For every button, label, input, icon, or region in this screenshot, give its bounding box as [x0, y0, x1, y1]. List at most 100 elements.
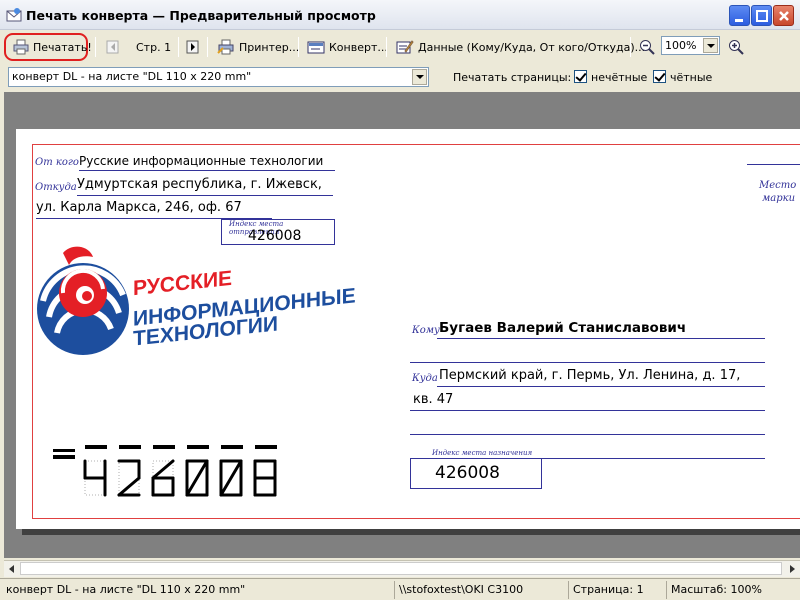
chevron-down-icon[interactable] [412, 69, 427, 85]
scroll-thumb[interactable] [20, 562, 782, 575]
stencil-digit [83, 445, 107, 497]
zoom-in-button[interactable] [725, 35, 747, 59]
title-bar: Печать конверта — Предварительный просмо… [0, 0, 800, 30]
printer-settings-button[interactable]: Принтер... [214, 35, 302, 59]
chevron-down-icon[interactable] [703, 38, 718, 53]
company-logo-icon [37, 246, 129, 355]
edit-data-icon [396, 40, 414, 54]
from-where-line1: Удмуртская республика, г. Ижевск, [77, 177, 322, 192]
printer-settings-label: Принтер... [239, 40, 300, 54]
to-label: Кому [412, 325, 440, 336]
from-where-label: Откуда [35, 182, 77, 193]
even-pages-checkbox[interactable] [653, 70, 666, 83]
to-where-line [410, 434, 765, 435]
print-button[interactable]: Печатать! [10, 35, 95, 59]
preview-area[interactable]: От кого Русские информационные технологи… [4, 92, 800, 558]
page-indicator: Стр. 1 [133, 35, 174, 59]
envelope: От кого Русские информационные технологи… [32, 144, 800, 519]
address-data-label: Данные (Кому/Куда, От кого/Откуда)... [418, 40, 646, 54]
stencil-segment [185, 459, 209, 497]
to-where-label: Куда [412, 373, 438, 384]
postal-code-stencil [53, 445, 277, 497]
toolbar-separator [298, 37, 299, 57]
stencil-segment [151, 459, 175, 480]
dest-index-box: 426008 [410, 459, 542, 489]
status-zoom: Масштаб: 100% [666, 581, 798, 599]
prev-page-icon [106, 40, 119, 54]
toolbar-separator [207, 37, 208, 57]
stamp-label-1: Место [759, 180, 797, 191]
zoom-select[interactable]: 100% [661, 36, 720, 55]
zoom-out-icon [640, 40, 655, 55]
maximize-icon [756, 10, 768, 22]
options-bar: конверт DL - на листе "DL 110 x 220 mm" … [0, 62, 800, 92]
to-where-line1: Пермский край, г. Пермь, Ул. Ленина, д. … [439, 368, 741, 383]
close-button[interactable] [773, 5, 794, 26]
status-printer: \\stofoxtest\OKI C3100 [394, 581, 566, 599]
even-pages-label: чётные [670, 71, 713, 84]
stamp-label-2: марки [762, 193, 796, 204]
stencil-top-bar [187, 445, 209, 449]
stencil-segment [219, 459, 243, 497]
stencil-digit [117, 445, 141, 497]
stencil-digit [219, 445, 243, 497]
odd-pages-checkbox[interactable] [574, 70, 587, 83]
to-where-line [437, 386, 765, 387]
minimize-icon [735, 19, 743, 22]
toolbar: Печатать! Стр. 1 Принтер... Конверт... Д… [0, 30, 800, 62]
print-pages-label: Печатать страницы: [453, 71, 572, 84]
toolbar-separator [386, 37, 387, 57]
dest-index-value: 426008 [435, 463, 500, 483]
toolbar-separator [95, 37, 96, 57]
next-page-icon [186, 40, 199, 54]
page-indicator-label: Стр. 1 [136, 40, 172, 54]
from-label: От кого [35, 157, 79, 168]
stencil-top-bar [153, 445, 175, 449]
stencil-top-bar [85, 445, 107, 449]
zoom-in-icon [729, 40, 744, 55]
from-line [79, 170, 335, 171]
status-bar: конверт DL - на листе "DL 110 x 220 mm" … [0, 578, 800, 600]
stencil-marker [53, 455, 75, 459]
envelope-print-icon [6, 8, 22, 22]
from-where-line2: ул. Карла Маркса, 246, оф. 67 [36, 200, 242, 215]
status-format: конверт DL - на листе "DL 110 x 220 mm" [6, 583, 246, 596]
horizontal-scrollbar[interactable] [4, 560, 800, 577]
stencil-digit [185, 445, 209, 497]
dest-index-label: Индекс места назначения [432, 449, 533, 457]
envelope-format-select[interactable]: конверт DL - на листе "DL 110 x 220 mm" [8, 67, 429, 87]
prev-page-button[interactable] [103, 35, 123, 59]
to-value: Бугаев Валерий Станиславович [439, 320, 687, 336]
window-title: Печать конверта — Предварительный просмо… [26, 8, 376, 23]
toolbar-separator [630, 37, 631, 57]
to-line [437, 338, 765, 339]
sender-index-box: Индекс места отправления 426008 [221, 219, 335, 245]
envelope-format-value: конверт DL - на листе "DL 110 x 220 mm" [12, 70, 252, 83]
to-extra-line [410, 362, 765, 363]
stencil-top-bar [119, 445, 141, 449]
zoom-select-value: 100% [665, 39, 697, 52]
toolbar-separator [178, 37, 179, 57]
stencil-digit [151, 445, 175, 497]
scroll-left-icon[interactable] [6, 563, 18, 575]
envelope-settings-label: Конверт... [329, 40, 388, 54]
stencil-marker [53, 449, 75, 452]
next-page-button[interactable] [183, 35, 203, 59]
minimize-button[interactable] [729, 5, 750, 26]
status-page: Страница: 1 [568, 581, 664, 599]
preview-page: От кого Русские информационные технологи… [16, 129, 800, 529]
from-where-line [77, 195, 333, 196]
envelope-settings-button[interactable]: Конверт... [304, 35, 391, 59]
zoom-out-button[interactable] [636, 35, 658, 59]
to-where-line2: кв. 47 [413, 392, 454, 407]
address-data-button[interactable]: Данные (Кому/Куда, От кого/Откуда)... [393, 35, 648, 59]
maximize-button[interactable] [751, 5, 772, 26]
scroll-right-icon[interactable] [786, 563, 798, 575]
logo-line-1: РУССКИЕ [133, 266, 233, 301]
stencil-top-bar [221, 445, 243, 449]
from-value: Русские информационные технологии [79, 154, 324, 168]
stencil-guide [118, 460, 140, 496]
close-icon [779, 11, 789, 21]
stamp-line [747, 164, 800, 165]
stencil-top-bar [255, 445, 277, 449]
